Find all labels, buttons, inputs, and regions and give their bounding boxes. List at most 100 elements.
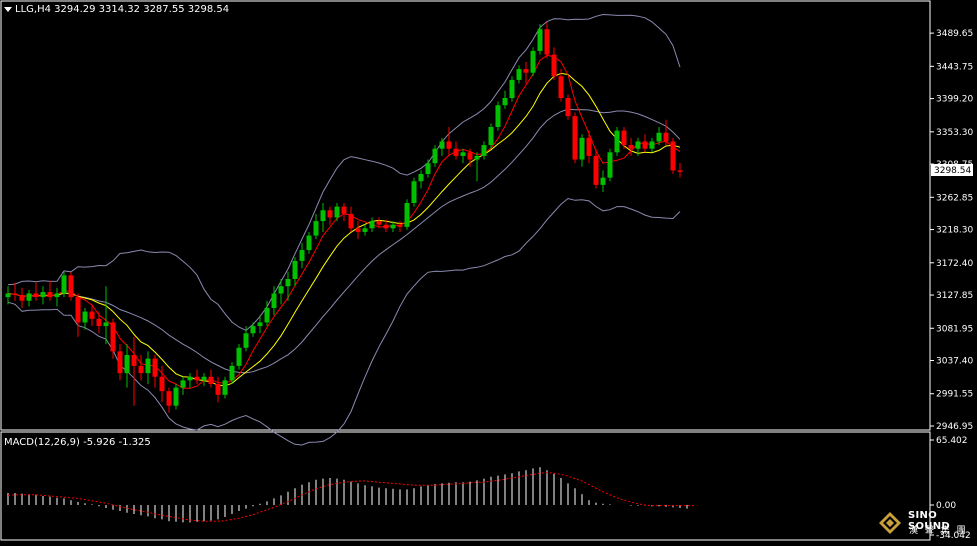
candle [439,137,445,156]
dropdown-triangle-icon[interactable] [4,6,12,12]
candle [152,355,158,388]
candle [460,148,466,164]
candle [663,119,669,146]
candle-body [579,137,585,160]
candle [341,202,347,222]
candle [355,221,361,240]
candle-body [33,293,39,298]
candle-body [278,286,284,294]
candle-body [516,69,522,80]
candle-body [628,145,634,149]
candle [124,344,130,388]
candle [117,344,123,381]
candle-body [537,29,543,51]
candle-body [180,380,186,388]
candle-body [292,260,298,280]
candle-body [425,163,431,175]
candle-body [173,387,179,406]
candle [131,336,137,406]
candle-body [5,293,11,298]
candle-body [439,141,445,149]
candle-body [229,365,235,381]
candle [432,145,438,167]
candle-body [600,177,606,185]
symbol-label: LLG,H4 [15,4,51,15]
candle [47,280,53,301]
price-tick-label: 3127.85 [936,291,973,301]
candle [474,152,480,182]
chart-canvas[interactable]: 3489.653443.753399.203353.303308.753262.… [0,0,977,542]
bollinger-lower-band [7,197,681,446]
candle-body [642,141,648,149]
price-tick-label: 3081.95 [936,324,973,334]
moving-average-slow [7,72,681,387]
candle-body [208,376,214,384]
candle [649,137,655,153]
candle-body [481,145,487,156]
candle [530,47,536,77]
candle-body [460,152,466,156]
candle-body [166,391,172,406]
candle [40,286,46,305]
price-tick-label: 3172.40 [936,259,973,269]
candle [334,202,340,222]
candle [425,159,431,178]
candle [61,271,67,298]
candle-body [145,358,151,374]
candle-body [215,383,221,395]
candle-body [110,322,116,352]
candle-body [614,130,620,153]
candle-body [320,210,326,222]
chart-header: LLG,H4 3294.29 3314.32 3287.55 3298.54 [4,4,229,15]
candle-body [264,307,270,323]
candle-body [369,221,375,229]
candle-body [327,210,333,218]
candle-body [509,79,515,99]
candle [607,148,613,182]
candle [103,286,109,345]
candle-body [404,202,410,227]
candle [516,65,522,84]
candle [54,287,60,307]
candle-body [558,76,564,99]
candle-body [565,98,571,117]
current-price-value: 3298.54 [934,166,971,176]
candle [201,373,207,387]
candle [250,322,256,337]
price-tick-label: 3443.75 [936,62,973,72]
candle-body [572,116,578,160]
candle [187,373,193,388]
candle-body [397,224,403,227]
candle-body [383,224,389,229]
candle [565,94,571,120]
candle [320,202,326,232]
price-tick-label: 3399.20 [936,95,973,105]
candle [208,369,214,388]
candle-body [418,174,424,182]
trading-terminal: 3489.653443.753399.203353.303308.753262.… [0,0,977,542]
bollinger-upper-band [7,13,681,331]
candle-body [355,228,361,232]
price-tick-label: 2991.55 [936,390,973,400]
price-tick-label: 3489.65 [936,29,973,39]
candle [33,282,39,301]
candle-body [621,130,627,146]
candle [579,134,585,167]
candle [285,271,291,301]
candle-body [586,137,592,156]
price-axis: 3489.653443.753399.203353.303308.753262.… [930,29,973,432]
candle [145,351,151,384]
candle-body [649,141,655,149]
diamond-logo-icon [879,512,901,534]
macd-tick-label: 65.402 [936,436,968,446]
candle-body [131,355,137,366]
price-tick-label: 3218.30 [936,226,973,236]
candle [348,206,354,232]
price-tick-label: 3353.30 [936,128,973,138]
candle-body [12,293,18,295]
candle-body [607,152,613,178]
candle-body [670,141,676,171]
candle-body [117,351,123,374]
candle [278,279,284,305]
candle [537,24,543,55]
